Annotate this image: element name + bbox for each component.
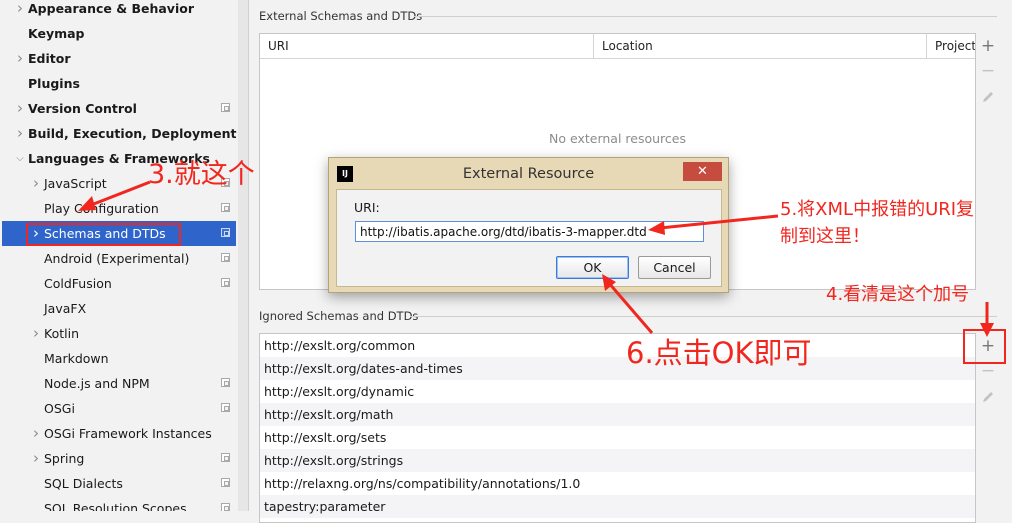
edit-external-button[interactable] (978, 87, 998, 107)
sidebar-item-build-execution-deployment[interactable]: › Build, Execution, Deployment (2, 121, 236, 146)
sidebar-item-javafx[interactable]: JavaFX (2, 296, 236, 321)
sidebar-item-kotlin[interactable]: › Kotlin (2, 321, 236, 346)
column-location[interactable]: Location (593, 34, 926, 58)
sidebar-item-label: OSGi (44, 401, 75, 416)
pencil-icon (983, 392, 993, 402)
divider (410, 316, 997, 317)
dialog-body: URI: OK Cancel (336, 189, 722, 287)
annotation-step-5-line2: 制到这里！ (780, 226, 870, 247)
chevron-right-icon[interactable]: › (30, 446, 42, 471)
sidebar-item-sql-dialects[interactable]: SQL Dialects (2, 471, 236, 496)
dialog-title: External Resource (462, 166, 595, 182)
project-settings-icon (221, 453, 230, 462)
edit-ignored-button[interactable] (978, 387, 998, 407)
annotation-highlight-box (26, 223, 181, 246)
sidebar-item-label: JavaFX (44, 301, 87, 316)
list-item[interactable]: http://exslt.org/dates-and-times (260, 357, 975, 380)
ignored-resources-list[interactable]: http://exslt.org/common http://exslt.org/… (259, 333, 976, 523)
sidebar-item-markdown[interactable]: Markdown (2, 346, 236, 371)
empty-state-text: No external resources (549, 131, 686, 146)
sidebar-item-plugins[interactable]: Plugins (2, 71, 236, 96)
project-settings-icon (221, 478, 230, 487)
close-button[interactable]: ✕ (683, 162, 722, 181)
sidebar-item-label: Version Control (28, 101, 137, 116)
chevron-right-icon[interactable]: › (30, 171, 42, 196)
sidebar-item-node-js-and-npm[interactable]: Node.js and NPM (2, 371, 236, 396)
sidebar-item-label: Editor (28, 51, 71, 66)
sidebar-item-sql-resolution-scopes[interactable]: SQL Resolution Scopes (2, 496, 236, 511)
annotation-highlight-box (963, 329, 1006, 364)
sidebar-item-label: Keymap (28, 26, 85, 41)
project-settings-icon (221, 103, 230, 112)
annotation-step-3: 3.就这个 (148, 159, 255, 190)
external-section-title: External Schemas and DTDs (259, 9, 423, 23)
ignored-section-title: Ignored Schemas and DTDs (259, 309, 419, 323)
dialog-titlebar[interactable]: IJ External Resource ✕ (329, 158, 728, 189)
sidebar-item-label: Markdown (44, 351, 109, 366)
column-uri[interactable]: URI (260, 34, 593, 58)
sidebar-item-osgi-framework-instances[interactable]: › OSGi Framework Instances (2, 421, 236, 446)
project-settings-icon (221, 203, 230, 212)
project-settings-icon (221, 378, 230, 387)
sidebar-item-android-experimental[interactable]: Android (Experimental) (2, 246, 236, 271)
tree-scrollbar[interactable] (238, 0, 249, 511)
sidebar-item-label: Appearance & Behavior (28, 1, 194, 16)
sidebar-item-label: ColdFusion (44, 276, 112, 291)
project-settings-icon (221, 503, 230, 511)
remove-ignored-button[interactable]: − (978, 361, 998, 381)
list-item[interactable]: http://exslt.org/strings (260, 449, 975, 472)
table-header: URI Location Project (260, 34, 975, 59)
uri-input[interactable] (355, 221, 704, 242)
chevron-right-icon[interactable]: › (14, 96, 26, 121)
sidebar-item-label: Spring (44, 451, 85, 466)
sidebar-item-osgi[interactable]: OSGi (2, 396, 236, 421)
annotation-step-6: 6.点击OK即可 (626, 336, 812, 370)
sidebar-item-label: OSGi Framework Instances (44, 426, 212, 441)
annotation-step-4: 4.看清是这个加号 (826, 284, 970, 305)
project-settings-icon (221, 228, 230, 237)
chevron-right-icon[interactable]: › (14, 121, 26, 146)
project-settings-icon (221, 278, 230, 287)
ok-button[interactable]: OK (556, 256, 629, 279)
settings-tree: › Appearance & Behavior Keymap › Editor Plugi… (0, 0, 239, 511)
annotation-step-5-line1: 5.将XML中报错的URI复 (780, 199, 975, 220)
list-item[interactable]: http://exslt.org/math (260, 403, 975, 426)
list-item[interactable]: http://exslt.org/common (260, 334, 975, 357)
uri-label: URI: (354, 200, 380, 215)
sidebar-item-label: SQL Resolution Scopes (44, 501, 187, 511)
list-item[interactable]: http://exslt.org/dynamic (260, 380, 975, 403)
chevron-right-icon[interactable]: › (14, 0, 26, 21)
sidebar-item-label: Android (Experimental) (44, 251, 190, 266)
chevron-right-icon[interactable]: › (30, 321, 42, 346)
project-settings-icon (221, 253, 230, 262)
cancel-button[interactable]: Cancel (638, 256, 711, 279)
sidebar-item-editor[interactable]: › Editor (2, 46, 236, 71)
list-item[interactable]: tapestry:parameter (260, 495, 975, 518)
divider (414, 16, 997, 17)
list-item[interactable]: http://relaxng.org/ns/compatibility/anno… (260, 472, 975, 495)
sidebar-item-label: JavaScript (44, 176, 107, 191)
sidebar-item-spring[interactable]: › Spring (2, 446, 236, 471)
pencil-icon (983, 92, 993, 102)
chevron-right-icon[interactable]: › (14, 46, 26, 71)
remove-external-button[interactable]: − (978, 61, 998, 81)
list-item[interactable]: http://exslt.org/sets (260, 426, 975, 449)
chevron-right-icon[interactable]: › (30, 421, 42, 446)
add-external-button[interactable]: + (978, 36, 998, 56)
column-project[interactable]: Project (926, 34, 975, 58)
sidebar-item-label: Build, Execution, Deployment (28, 126, 237, 141)
sidebar-item-version-control[interactable]: › Version Control (2, 96, 236, 121)
sidebar-item-appearance-behavior[interactable]: › Appearance & Behavior (2, 0, 236, 21)
sidebar-item-label: Plugins (28, 76, 80, 91)
sidebar-item-label: Play Configuration (44, 201, 159, 216)
sidebar-item-label: Kotlin (44, 326, 79, 341)
external-resource-dialog: IJ External Resource ✕ URI: OK Cancel (328, 157, 729, 293)
sidebar-item-label: Node.js and NPM (44, 376, 150, 391)
chevron-down-icon[interactable]: ⌵ (14, 146, 26, 171)
sidebar-item-label: SQL Dialects (44, 476, 123, 491)
sidebar-item-play-configuration[interactable]: Play Configuration (2, 196, 236, 221)
sidebar-item-keymap[interactable]: Keymap (2, 21, 236, 46)
project-settings-icon (221, 403, 230, 412)
sidebar-item-coldfusion[interactable]: ColdFusion (2, 271, 236, 296)
